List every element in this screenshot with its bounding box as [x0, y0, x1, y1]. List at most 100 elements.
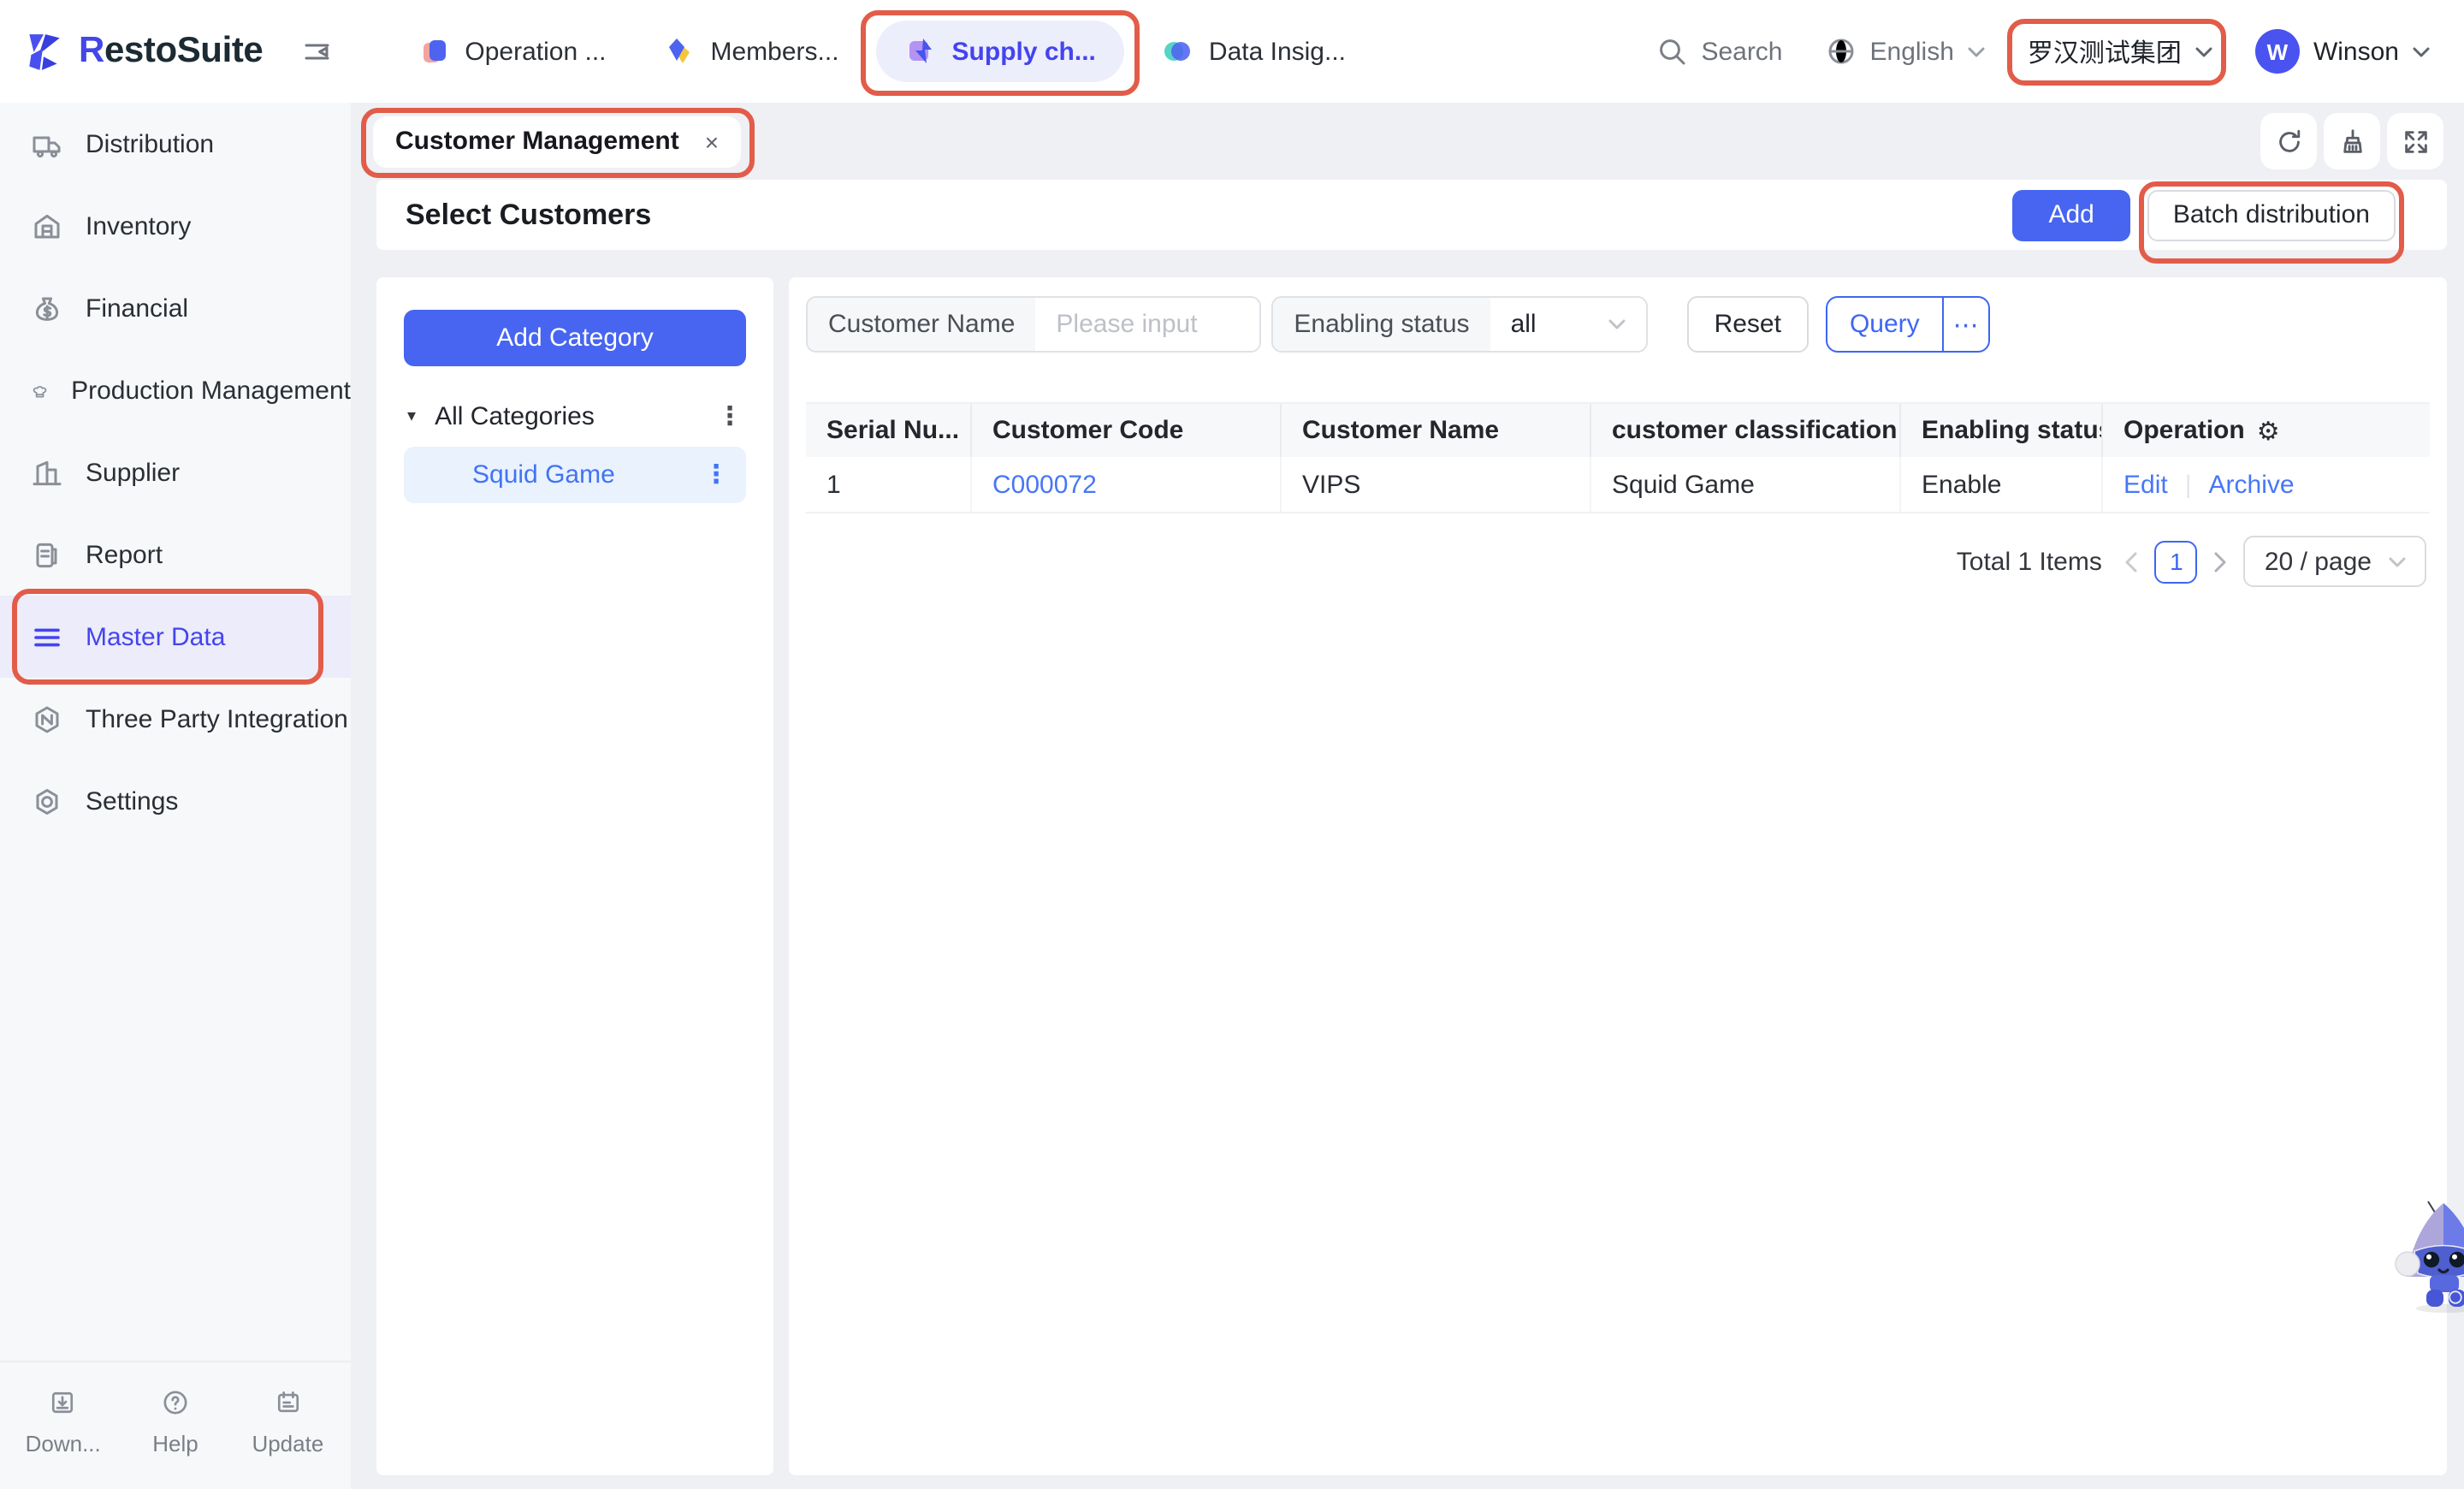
nav-label: Supply ch...	[952, 37, 1096, 66]
sidebar-item-inventory[interactable]: Inventory	[0, 185, 351, 267]
column-settings-gear-icon[interactable]: ⚙	[2257, 415, 2280, 446]
help-icon	[161, 1388, 190, 1417]
add-button[interactable]: Add	[2012, 189, 2129, 240]
filter-bar: Customer Name Enabling status all	[806, 296, 2430, 353]
nav-item-data-insight[interactable]: Data Insig...	[1142, 22, 1366, 80]
sidebar-item-label: Master Data	[86, 622, 225, 651]
pagination: Total 1 Items 1 20 / page	[806, 536, 2430, 587]
sidebar-collapse-icon[interactable]	[300, 35, 333, 68]
sidebar-item-distribution[interactable]: Distribution	[0, 103, 351, 185]
col-header-operation-label: Operation	[2123, 416, 2245, 445]
topbar-right: Search English 罗汉测试集团 W Winson	[1656, 29, 2430, 74]
sidebar-item-settings[interactable]: Settings	[0, 760, 351, 842]
customer-name-input[interactable]	[1035, 298, 1259, 351]
batch-distribution-button[interactable]: Batch distribution	[2147, 189, 2396, 240]
expand-icon	[2400, 126, 2431, 157]
footer-item-label: Update	[252, 1431, 323, 1456]
data-insight-icon	[1163, 36, 1194, 67]
footer-item-help[interactable]: Help	[119, 1388, 231, 1456]
logo-text: RestoSuite	[79, 31, 263, 72]
tab-close-icon[interactable]: ×	[705, 128, 719, 155]
cell-classification: Squid Game	[1591, 457, 1901, 512]
reset-button[interactable]: Reset	[1687, 296, 1809, 353]
sidebar-item-supplier[interactable]: Supplier	[0, 431, 351, 513]
query-button[interactable]: Query	[1827, 298, 1942, 351]
money-bag-icon	[31, 292, 63, 324]
row-actions: Edit | Archive	[2123, 470, 2295, 499]
app-root: RestoSuite Operation ... Memb	[0, 0, 2464, 1489]
category-panel: Add Category ▾ All Categories ⋮ Squid Ga…	[376, 277, 773, 1475]
sidebar-item-report[interactable]: Report	[0, 513, 351, 596]
customer-code-link[interactable]: C000072	[992, 470, 1097, 499]
global-search[interactable]: Search	[1656, 36, 1782, 67]
nav-item-operation[interactable]: Operation ...	[398, 22, 626, 80]
sidebar-item-financial[interactable]: Financial	[0, 267, 351, 349]
fullscreen-button[interactable]	[2387, 113, 2443, 169]
user-menu[interactable]: W Winson	[2255, 29, 2430, 74]
customer-table-panel: Customer Name Enabling status all	[789, 277, 2447, 1475]
footer-item-update[interactable]: Update	[232, 1388, 344, 1456]
archive-link[interactable]: Archive	[2209, 470, 2295, 499]
page-size-value: 20 / page	[2265, 547, 2372, 576]
cell-serial: 1	[806, 457, 972, 512]
sidebar-item-label: Production Management	[71, 376, 351, 405]
nav-item-membership[interactable]: Members...	[644, 22, 860, 80]
chevron-down-icon	[1968, 45, 1985, 57]
col-header-serial: Serial Nu...	[806, 404, 972, 457]
broom-icon	[2337, 126, 2367, 157]
footer-item-label: Down...	[26, 1431, 101, 1456]
language-selector[interactable]: English	[1826, 36, 1985, 67]
chevron-left-icon	[2124, 550, 2140, 572]
query-more-button[interactable]: ⋯	[1942, 298, 1988, 351]
sidebar-item-label: Inventory	[86, 211, 191, 240]
page-size-select[interactable]: 20 / page	[2244, 536, 2426, 587]
update-log-icon	[273, 1388, 302, 1417]
enabling-status-select[interactable]: all	[1490, 298, 1646, 351]
sidebar-item-production-management[interactable]: Production Management	[0, 349, 351, 431]
mascot-robot-icon	[2392, 1198, 2464, 1314]
col-header-operation: Operation ⚙	[2103, 404, 2430, 457]
category-root-label: All Categories	[435, 401, 595, 430]
nav-item-supply-chain[interactable]: Supply ch...	[877, 21, 1125, 82]
refresh-icon	[2273, 126, 2304, 157]
sidebar-item-label: Distribution	[86, 129, 214, 158]
sidebar-item-three-party-integration[interactable]: Three Party Integration	[0, 678, 351, 760]
globe-icon	[1826, 36, 1857, 67]
refresh-button[interactable]	[2260, 113, 2317, 169]
app-logo[interactable]: RestoSuite	[22, 30, 263, 73]
edit-link[interactable]: Edit	[2123, 470, 2168, 499]
clear-cache-button[interactable]	[2324, 113, 2380, 169]
tab-label: Customer Management	[395, 127, 679, 156]
chevron-down-icon	[2413, 45, 2430, 57]
membership-icon	[665, 36, 696, 67]
operation-icon	[418, 36, 449, 67]
cell-enabling-status: Enable	[1901, 457, 2103, 512]
table-row: 1 C000072 VIPS Squid Game Enable Edit |	[806, 457, 2430, 513]
category-tree-root[interactable]: ▾ All Categories ⋮	[404, 390, 746, 442]
kebab-menu-icon[interactable]: ⋮	[703, 462, 729, 488]
action-divider: |	[2185, 470, 2192, 499]
sidebar-item-master-data[interactable]: Master Data	[0, 596, 351, 678]
logo-icon	[22, 30, 65, 73]
enabling-status-value: all	[1511, 310, 1537, 339]
warehouse-icon	[31, 210, 63, 242]
caret-down-icon[interactable]: ▾	[407, 406, 416, 425]
category-item-squid-game[interactable]: Squid Game ⋮	[404, 447, 746, 503]
add-category-button[interactable]: Add Category	[404, 310, 746, 366]
page-number-1[interactable]: 1	[2155, 540, 2198, 583]
main-nav: Operation ... Members... Supply ch...	[398, 21, 1366, 82]
enabling-status-filter: Enabling status all	[1271, 296, 1647, 353]
organization-selector[interactable]: 罗汉测试集团	[2028, 33, 2212, 69]
tab-customer-management[interactable]: Customer Management ×	[373, 116, 741, 167]
building-icon	[31, 456, 63, 489]
sidebar-item-label: Financial	[86, 294, 188, 323]
prev-page-button[interactable]	[2124, 550, 2140, 572]
assistant-mascot[interactable]	[2392, 1198, 2464, 1314]
report-icon	[31, 538, 63, 571]
kebab-menu-icon[interactable]: ⋮	[717, 403, 743, 429]
user-name: Winson	[2313, 37, 2399, 66]
footer-item-download[interactable]: Down...	[7, 1388, 119, 1456]
sidebar-item-label: Report	[86, 540, 163, 569]
next-page-button[interactable]	[2213, 550, 2229, 572]
avatar: W	[2255, 29, 2300, 74]
